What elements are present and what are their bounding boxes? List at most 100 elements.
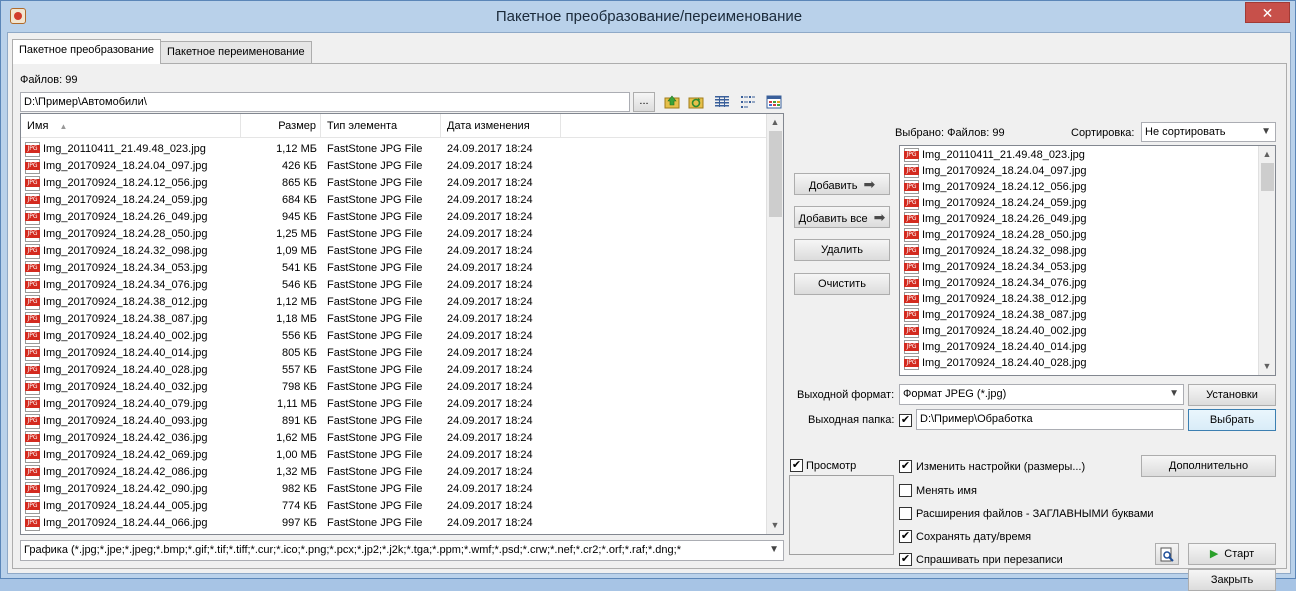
change-settings-checkbox[interactable]: ✔ [899,460,912,473]
file-date-cell: 24.09.2017 18:24 [447,143,533,155]
scroll-thumb[interactable] [1261,163,1274,191]
ask-overwrite-checkbox[interactable]: ✔ [899,553,912,566]
jpg-file-icon [25,363,40,378]
list-item[interactable]: Img_20170924_18.24.12_056.jpg [900,179,1258,195]
clear-button[interactable]: Очистить [794,273,890,295]
preview-checkbox[interactable]: ✔ [790,459,803,472]
list-item[interactable]: Img_20170924_18.24.34_076.jpg [900,275,1258,291]
table-row[interactable]: Img_20170924_18.24.34_053.jpg 541 КБ FastS… [21,260,766,277]
file-name-cell: Img_20170924_18.24.40_014.jpg [43,347,208,359]
column-header-date[interactable]: Дата изменения [441,114,561,138]
jpg-file-icon [25,193,40,208]
table-row[interactable]: Img_20170924_18.24.42_090.jpg 982 КБ FastS… [21,481,766,498]
list-item[interactable]: Img_20170924_18.24.34_053.jpg [900,259,1258,275]
scroll-down-arrow-icon[interactable]: ▼ [1259,358,1275,374]
table-row[interactable]: Img_20170924_18.24.28_050.jpg 1,25 МБ Fast… [21,226,766,243]
file-date-cell: 24.09.2017 18:24 [447,211,533,223]
file-list-scrollbar[interactable]: ▲ ▼ [766,114,783,534]
table-row[interactable]: Img_20170924_18.24.40_093.jpg 891 КБ FastS… [21,413,766,430]
table-row[interactable]: Img_20170924_18.24.26_049.jpg 945 КБ FastS… [21,209,766,226]
table-row[interactable]: Img_20170924_18.24.38_012.jpg 1,12 МБ Fast… [21,294,766,311]
list-item[interactable]: Img_20170924_18.24.24_059.jpg [900,195,1258,211]
list-item[interactable]: Img_20170924_18.24.04_097.jpg [900,163,1258,179]
table-row[interactable]: Img_20170924_18.24.40_079.jpg 1,11 МБ Fast… [21,396,766,413]
jpg-file-icon [25,312,40,327]
list-item[interactable]: Img_20170924_18.24.32_098.jpg [900,243,1258,259]
list-item[interactable]: Img_20170924_18.24.40_002.jpg [900,323,1258,339]
table-row[interactable]: Img_20170924_18.24.04_097.jpg 426 КБ FastS… [21,158,766,175]
scroll-up-arrow-icon[interactable]: ▲ [1259,146,1275,162]
table-row[interactable]: Img_20170924_18.24.40_032.jpg 798 КБ FastS… [21,379,766,396]
remove-button[interactable]: Удалить [794,239,890,261]
selected-file-list[interactable]: Img_20110411_21.49.48_023.jpg Img_2017092… [899,145,1276,376]
scroll-up-arrow-icon[interactable]: ▲ [767,114,783,130]
file-size-cell: 1,18 МБ [276,313,317,325]
file-type-cell: FastStone JPG File [327,347,423,359]
table-row[interactable]: Img_20170924_18.24.32_098.jpg 1,09 МБ Fast… [21,243,766,260]
list-item[interactable]: Img_20170924_18.24.40_014.jpg [900,339,1258,355]
tab-batch-rename[interactable]: Пакетное переименование [160,41,312,63]
file-size-cell: 1,25 МБ [276,228,317,240]
preview-area [789,475,894,555]
list-view-icon[interactable] [740,94,756,110]
uppercase-ext-checkbox[interactable] [899,507,912,520]
file-name-cell: Img_20170924_18.24.40_002.jpg [43,330,208,342]
source-path-field[interactable]: D:\Пример\Автомобили\ [20,92,630,112]
column-header-name[interactable]: Имя ▲ [21,114,241,138]
file-date-cell: 24.09.2017 18:24 [447,432,533,444]
scroll-thumb[interactable] [769,131,782,217]
table-row[interactable]: Img_20170924_18.24.12_056.jpg 865 КБ FastS… [21,175,766,192]
details-view-icon[interactable] [714,94,730,110]
list-item[interactable]: Img_20170924_18.24.38_012.jpg [900,291,1258,307]
table-row[interactable]: Img_20170924_18.24.42_036.jpg 1,62 МБ Fast… [21,430,766,447]
list-item[interactable]: Img_20110411_21.49.48_023.jpg [900,147,1258,163]
add-button[interactable]: Добавить ➡ [794,173,890,195]
rename-checkbox[interactable] [899,484,912,497]
jpg-file-icon [904,244,919,258]
list-item[interactable]: Img_20170924_18.24.40_028.jpg [900,355,1258,371]
table-row[interactable]: Img_20170924_18.24.44_005.jpg 774 КБ FastS… [21,498,766,515]
list-item[interactable]: Img_20170924_18.24.26_049.jpg [900,211,1258,227]
table-row[interactable]: Img_20170924_18.24.42_069.jpg 1,00 МБ Fast… [21,447,766,464]
browse-button[interactable]: ... [633,92,655,112]
folder-up-icon[interactable] [664,94,680,110]
list-item[interactable]: Img_20170924_18.24.28_050.jpg [900,227,1258,243]
tab-batch-convert[interactable]: Пакетное преобразование [12,39,162,64]
column-header-size[interactable]: Размер [241,114,321,138]
column-header-type[interactable]: Тип элемента [321,114,441,138]
file-name-cell: Img_20170924_18.24.40_079.jpg [43,398,208,410]
close-button[interactable]: Закрыть [1188,569,1276,591]
table-row[interactable]: Img_20110411_21.49.48_023.jpg 1,12 МБ Fast… [21,141,766,158]
selected-list-scrollbar[interactable]: ▲ ▼ [1258,146,1275,375]
table-row[interactable]: Img_20170924_18.24.40_014.jpg 805 КБ FastS… [21,345,766,362]
jpg-file-icon [25,482,40,497]
table-row[interactable]: Img_20170924_18.24.40_028.jpg 557 КБ FastS… [21,362,766,379]
list-item[interactable]: Img_20170924_18.24.38_087.jpg [900,307,1258,323]
choose-folder-button[interactable]: Выбрать [1188,409,1276,431]
table-row[interactable]: Img_20170924_18.24.42_086.jpg 1,32 МБ Fast… [21,464,766,481]
advanced-button[interactable]: Дополнительно [1141,455,1276,477]
preview-zoom-button[interactable] [1155,543,1179,565]
sort-select[interactable]: Не сортировать ▼ [1141,122,1276,142]
refresh-folder-icon[interactable] [688,94,704,110]
table-row[interactable]: Img_20170924_18.24.40_002.jpg 556 КБ FastS… [21,328,766,345]
table-row[interactable]: Img_20170924_18.24.24_059.jpg 684 КБ FastS… [21,192,766,209]
start-button[interactable]: ▶ Старт [1188,543,1276,565]
file-type-cell: FastStone JPG File [327,160,423,172]
table-row[interactable]: Img_20170924_18.24.34_076.jpg 546 КБ FastS… [21,277,766,294]
table-row[interactable]: Img_20170924_18.24.44_066.jpg 997 КБ FastS… [21,515,766,532]
file-type-filter[interactable]: Графика (*.jpg;*.jpe;*.jpeg;*.bmp;*.gif;… [20,540,784,561]
output-folder-checkbox[interactable]: ✔ [899,414,912,427]
file-date-cell: 24.09.2017 18:24 [447,347,533,359]
table-row[interactable]: Img_20170924_18.24.38_087.jpg 1,18 МБ Fast… [21,311,766,328]
close-window-button[interactable]: ✕ [1245,2,1290,23]
settings-button[interactable]: Установки [1188,384,1276,406]
output-folder-field[interactable]: D:\Пример\Обработка [916,409,1184,430]
scroll-down-arrow-icon[interactable]: ▼ [767,517,783,533]
thumbnails-view-icon[interactable] [766,94,782,110]
output-format-select[interactable]: Формат JPEG (*.jpg) ▼ [899,384,1184,405]
file-type-cell: FastStone JPG File [327,143,423,155]
add-all-button[interactable]: Добавить все ➡ [794,206,890,228]
keep-date-checkbox[interactable]: ✔ [899,530,912,543]
source-file-list[interactable]: Имя ▲ Размер Тип элемента Дата изменения… [20,113,784,535]
